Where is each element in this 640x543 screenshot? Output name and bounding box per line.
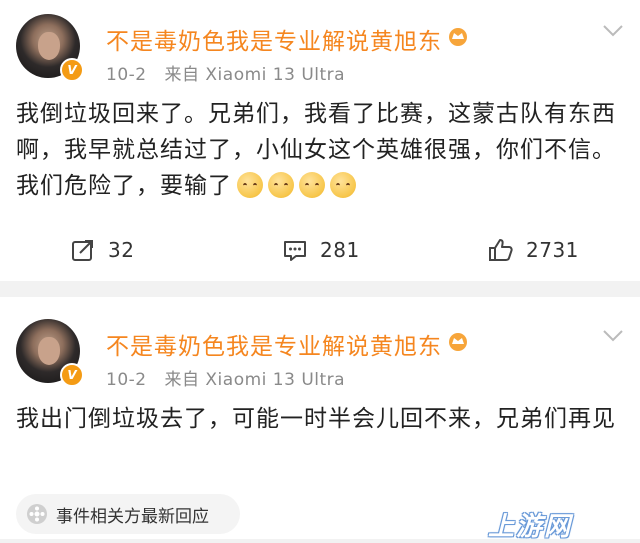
- post-text: 我出门倒垃圾去了，可能一时半会儿回不来，兄弟们再见: [16, 406, 616, 432]
- comment-count: 281: [320, 238, 360, 262]
- pensive-face-emoji-icon: [299, 172, 325, 198]
- chevron-down-icon[interactable]: [602, 24, 624, 38]
- post-date: 10-2: [106, 370, 147, 390]
- share-icon: [72, 240, 93, 261]
- thumbs-up-icon: [489, 239, 513, 261]
- comment-icon: [284, 241, 306, 261]
- flower-icon: [27, 504, 47, 524]
- crown-icon: [446, 24, 470, 53]
- pensive-face-emoji-icon: [330, 172, 356, 198]
- author-name[interactable]: 不是毒奶色我是专业解说黄旭东: [106, 22, 442, 56]
- repost-button[interactable]: 32: [70, 232, 134, 268]
- verified-badge-icon: V: [60, 363, 84, 387]
- chevron-down-icon[interactable]: [602, 329, 624, 343]
- pensive-face-emoji-icon: [268, 172, 294, 198]
- weibo-post-1: V 不是毒奶色我是专业解说黄旭东 10-2 来自 Xiaomi 13 Ultra…: [0, 0, 640, 281]
- repost-count: 32: [108, 238, 135, 262]
- post-meta: 10-2 来自 Xiaomi 13 Ultra: [106, 365, 345, 390]
- crown-icon: [446, 329, 470, 358]
- post-meta: 10-2 来自 Xiaomi 13 Ultra: [106, 60, 345, 85]
- post-source: 来自 Xiaomi 13 Ultra: [164, 370, 346, 390]
- like-button[interactable]: 2731: [488, 232, 579, 268]
- comment-button[interactable]: 281: [282, 232, 360, 268]
- post-date: 10-2: [106, 65, 147, 85]
- post-source: 来自 Xiaomi 13 Ultra: [164, 65, 346, 85]
- verified-badge-icon: V: [60, 58, 84, 82]
- author-name[interactable]: 不是毒奶色我是专业解说黄旭东: [106, 327, 442, 361]
- post-text: 我倒垃圾回来了。兄弟们，我看了比赛，这蒙古队有东西啊，我早就总结过了，小仙女这个…: [16, 96, 628, 204]
- related-event-chip[interactable]: 事件相关方最新回应: [16, 494, 240, 534]
- pensive-face-emoji-icon: [237, 172, 263, 198]
- action-bar: 32 281 2731: [0, 232, 640, 268]
- watermark-logo: 上游网: [488, 512, 573, 542]
- like-count: 2731: [526, 238, 579, 262]
- related-label: 事件相关方最新回应: [56, 506, 209, 527]
